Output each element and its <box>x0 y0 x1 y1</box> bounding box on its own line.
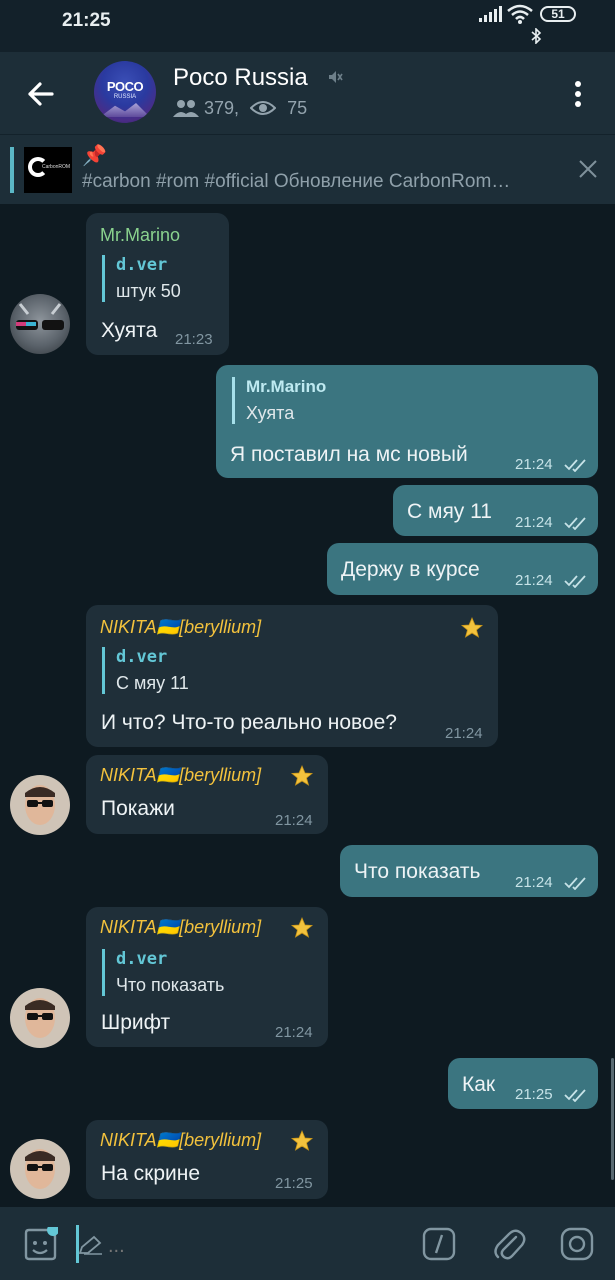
star-icon <box>460 616 484 638</box>
members-count: 379, <box>204 97 240 118</box>
pencil-icon <box>78 1235 102 1255</box>
reply-quote[interactable]: d.ver Что показать <box>102 949 224 996</box>
message-text: Как <box>462 1073 496 1096</box>
avatar-subtext: RUSSIA <box>113 94 137 100</box>
reply-quote-name: d.ver <box>116 949 168 969</box>
message-text: Держу в курсе <box>341 558 480 581</box>
members-icon <box>173 100 199 118</box>
message-bubble[interactable]: NIKITA🇺🇦[beryllium] d.ver С мяу 11 И что… <box>86 605 498 747</box>
message-time: 21:25 <box>275 1175 313 1192</box>
user-photo-icon <box>25 998 55 1038</box>
message-text: Что показать <box>354 860 481 883</box>
reply-quote-text: Хуята <box>246 403 295 423</box>
message-bubble[interactable]: NIKITA🇺🇦[beryllium] d.ver Что показать Ш… <box>86 907 328 1047</box>
user-photo-icon <box>25 785 55 825</box>
message-bubble[interactable]: Mr.Marino Хуята Я поставил на мс новый 2… <box>216 365 598 478</box>
read-ticks-icon <box>564 517 586 530</box>
bot-commands-icon[interactable] <box>422 1227 456 1261</box>
message-time: 21:24 <box>275 1024 313 1041</box>
sender-name[interactable]: NIKITA🇺🇦[beryllium] <box>100 917 261 938</box>
message-bubble[interactable]: NIKITA🇺🇦[beryllium] Покажи 21:24 <box>86 755 328 834</box>
reply-quote-name: d.ver <box>116 647 168 667</box>
more-options-icon[interactable] <box>566 78 590 110</box>
read-ticks-icon <box>564 459 586 472</box>
reply-quote-name: Mr.Marino <box>246 377 327 396</box>
avatar[interactable] <box>10 1139 70 1199</box>
sender-name[interactable]: NIKITA🇺🇦[beryllium] <box>100 617 261 638</box>
reply-quote[interactable]: d.ver штук 50 <box>102 255 181 302</box>
message-bubble[interactable]: Держу в курсе 21:24 <box>327 543 598 595</box>
group-avatar[interactable]: POCO RUSSIA <box>94 61 156 123</box>
message-text: Я поставил на мс новый <box>230 443 468 466</box>
back-arrow-icon[interactable] <box>22 76 58 112</box>
message-time: 21:24 <box>515 456 553 473</box>
reply-quote-name: d.ver <box>116 255 168 275</box>
pinned-message-bar[interactable]: CarbonROM 📌 #carbon #rom #official Обнов… <box>0 134 615 204</box>
status-time: 21:25 <box>62 10 111 31</box>
message-bubble[interactable]: Как 21:25 <box>448 1058 598 1109</box>
pinned-accent-bar <box>10 147 14 193</box>
read-ticks-icon <box>564 1089 586 1102</box>
avatar[interactable] <box>10 988 70 1048</box>
message-text: Шрифт <box>101 1011 171 1034</box>
pinned-thumb-text: CarbonROM <box>42 164 71 170</box>
message-bubble[interactable]: Что показать 21:24 <box>340 845 598 897</box>
reply-quote[interactable]: d.ver С мяу 11 <box>102 647 189 694</box>
chat-title[interactable]: Poco Russia <box>173 64 308 92</box>
message-bubble[interactable]: С мяу 11 21:24 <box>393 485 598 536</box>
reply-quote-text: С мяу 11 <box>116 673 189 693</box>
reply-quote-text: Что показать <box>116 975 225 995</box>
pushpin-icon: 📌 <box>82 145 107 167</box>
message-bubble[interactable]: Mr.Marino d.ver штук 50 Хуята 21:23 <box>86 213 229 355</box>
chat-header: POCO RUSSIA Poco Russia 379, 75 <box>0 52 615 134</box>
message-time: 21:24 <box>515 874 553 891</box>
signal-icon <box>479 6 502 22</box>
sender-name[interactable]: Mr.Marino <box>100 225 180 246</box>
user-photo-icon <box>25 1149 55 1189</box>
message-input[interactable] <box>108 1235 388 1258</box>
status-bar: 21:25 51 <box>0 0 615 52</box>
message-time: 21:24 <box>445 725 483 742</box>
message-time: 21:23 <box>175 331 213 348</box>
pinned-thumbnail: CarbonROM <box>24 147 72 193</box>
muted-icon <box>329 71 343 83</box>
sticker-icon[interactable] <box>22 1227 58 1263</box>
eye-icon <box>249 101 277 116</box>
avatar-mountain-art <box>100 103 150 117</box>
read-ticks-icon <box>564 575 586 588</box>
message-input-bar <box>0 1207 615 1280</box>
avatar[interactable] <box>10 775 70 835</box>
message-bubble[interactable]: NIKITA🇺🇦[beryllium] На скрине 21:25 <box>86 1120 328 1199</box>
read-ticks-icon <box>564 877 586 890</box>
message-time: 21:24 <box>515 514 553 531</box>
message-text: Хуята <box>101 319 158 342</box>
reply-quote-text: штук 50 <box>116 281 181 301</box>
bluetooth-icon <box>531 28 542 44</box>
avatar-text: POCO <box>106 79 144 94</box>
attach-icon[interactable] <box>492 1227 526 1263</box>
pinned-text: #carbon #rom #official Обновление Carbon… <box>82 171 511 192</box>
camera-icon[interactable] <box>560 1227 594 1261</box>
message-text: И что? Что-то реально новое? <box>101 711 397 734</box>
message-time: 21:24 <box>515 572 553 589</box>
message-text: С мяу 11 <box>407 500 492 523</box>
message-time: 21:25 <box>515 1086 553 1103</box>
message-text: Покажи <box>101 797 175 820</box>
battery-indicator: 51 <box>540 6 576 22</box>
message-time: 21:24 <box>275 812 313 829</box>
online-count: 75 <box>287 97 308 118</box>
star-icon <box>290 1129 314 1151</box>
avatar[interactable] <box>10 294 70 354</box>
reply-quote[interactable]: Mr.Marino Хуята <box>232 377 326 424</box>
message-text: На скрине <box>101 1162 201 1185</box>
sender-name[interactable]: NIKITA🇺🇦[beryllium] <box>100 765 261 786</box>
sender-name[interactable]: NIKITA🇺🇦[beryllium] <box>100 1130 261 1151</box>
star-icon <box>290 916 314 938</box>
star-icon <box>290 764 314 786</box>
close-icon[interactable] <box>578 159 598 179</box>
wifi-icon <box>507 4 533 24</box>
cat-face-icon <box>16 303 64 330</box>
scrollbar[interactable] <box>611 1058 614 1180</box>
chat-subtitle: 379, 75 <box>173 97 307 119</box>
